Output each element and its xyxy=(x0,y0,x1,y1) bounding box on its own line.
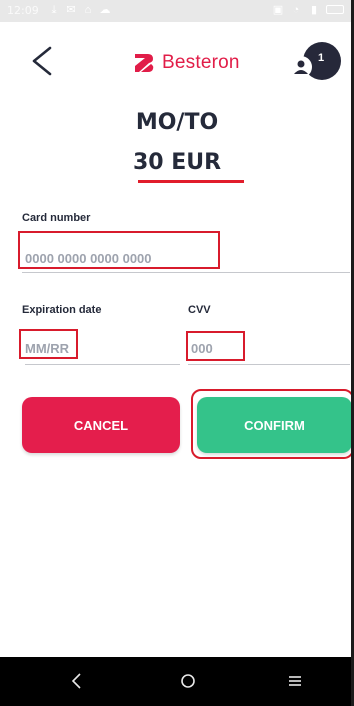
back-icon[interactable] xyxy=(28,44,58,78)
mail-icon: ✉ xyxy=(66,4,76,16)
navigation-bar xyxy=(0,657,351,706)
expiration-date-label: Expiration date xyxy=(22,304,102,316)
brand-name: Besteron xyxy=(162,52,240,73)
cvv-underline xyxy=(188,364,350,365)
system-icons: ▣ ◔ ▮ xyxy=(272,4,344,16)
download-icon: ⤓ xyxy=(51,4,57,16)
confirm-button[interactable]: CONFIRM xyxy=(197,397,351,453)
cloud-icon: ☁ xyxy=(99,4,111,16)
nfc-icon: ▣ xyxy=(272,4,284,16)
notification-icons: ⤓ ✉ ⌂ ☁ xyxy=(48,4,111,16)
cancel-button[interactable]: CANCEL xyxy=(22,397,180,453)
cast-icon: ⌂ xyxy=(84,4,92,16)
card-number-input[interactable] xyxy=(25,249,215,267)
phone-screen: 12:09 ⤓ ✉ ⌂ ☁ ▣ ◔ ▮ Besteron 1 MO/TO 30 … xyxy=(0,0,354,706)
back-icon[interactable] xyxy=(65,669,89,693)
battery-icon xyxy=(326,5,344,14)
card-number-underline xyxy=(22,272,350,273)
status-bar: 12:09 ⤓ ✉ ⌂ ☁ ▣ ◔ ▮ xyxy=(0,0,351,22)
signal-icon: ▮ xyxy=(310,4,318,16)
payment-amount: 30 EUR xyxy=(132,150,222,175)
home-icon[interactable] xyxy=(176,669,200,693)
brand-logo: Besteron xyxy=(133,52,240,74)
user-badge[interactable]: 1 xyxy=(290,42,348,86)
wifi-icon: ◔ xyxy=(292,4,300,16)
user-icon xyxy=(290,56,312,78)
cvv-input[interactable] xyxy=(191,339,331,357)
expiration-date-underline xyxy=(25,364,180,365)
page-title: MO/TO xyxy=(135,110,219,135)
user-count-badge: 1 xyxy=(318,52,325,64)
status-time: 12:09 xyxy=(7,4,39,17)
menu-icon[interactable] xyxy=(283,669,307,693)
card-number-label: Card number xyxy=(22,212,91,224)
cvv-label: CVV xyxy=(188,304,211,316)
amount-underline xyxy=(138,180,244,183)
besteron-logo-icon xyxy=(135,54,154,72)
expiration-date-input[interactable] xyxy=(25,339,165,357)
